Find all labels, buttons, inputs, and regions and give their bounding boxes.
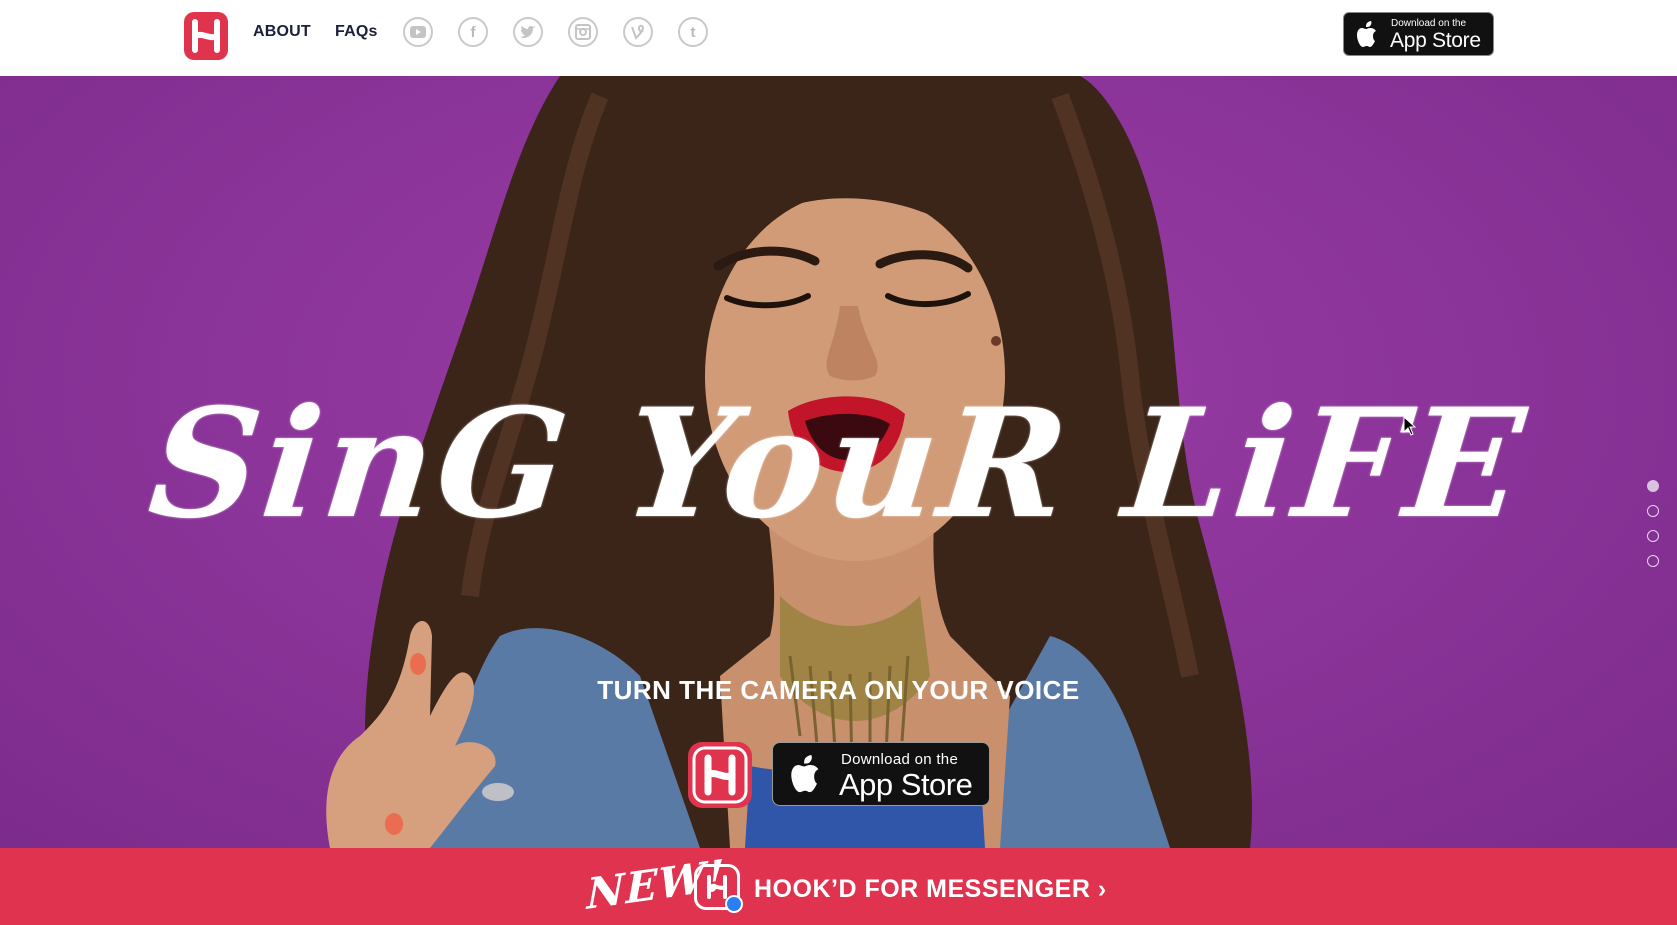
banner-text: HOOK’D FOR MESSENGER › (754, 875, 1107, 903)
appstore-small-line1: Download on the (1391, 18, 1467, 29)
slide-dot-4[interactable] (1647, 555, 1659, 567)
hero-headline: SinG YouR LiFE (142, 376, 1535, 552)
messenger-app-icon (694, 864, 743, 913)
slide-dot-3[interactable] (1647, 530, 1659, 542)
nav-about-link[interactable]: ABOUT (253, 23, 311, 41)
messenger-badge-icon (725, 895, 743, 913)
hero-subhead: TURN THE CAMERA ON YOUR VOICE (597, 675, 1080, 705)
hookd-app-icon[interactable] (688, 742, 752, 808)
appstore-small-line2: App Store (1390, 29, 1481, 52)
header-appstore-button[interactable]: Download on the App Store (1343, 12, 1494, 56)
twitter-icon[interactable] (513, 17, 543, 47)
slide-pagination (1647, 480, 1661, 580)
facebook-icon[interactable]: f (458, 17, 488, 47)
hero-section: SinG YouR LiFE TURN THE CAMERA ON YOUR V… (0, 76, 1677, 848)
nav-faqs-link[interactable]: FAQs (335, 23, 378, 41)
slide-dot-1[interactable] (1647, 480, 1659, 492)
instagram-icon[interactable] (568, 17, 598, 47)
messenger-banner[interactable]: NEW! HOOK’D FOR MESSENGER › (0, 848, 1677, 925)
appstore-big-line2: App Store (839, 767, 973, 802)
apple-icon (1357, 21, 1376, 47)
hero-appstore-button[interactable]: Download on the App Store (772, 742, 990, 806)
slide-dot-2[interactable] (1647, 505, 1659, 517)
tumblr-icon[interactable]: t (678, 17, 708, 47)
vine-icon[interactable] (623, 17, 653, 47)
apple-icon (791, 755, 819, 793)
youtube-icon[interactable] (403, 17, 433, 47)
appstore-big-line1: Download on the (841, 751, 959, 768)
mouse-cursor-icon (1403, 416, 1417, 436)
hookd-logo-icon[interactable] (184, 12, 228, 60)
top-header: ABOUT FAQs f t Download on the App Store (0, 0, 1677, 76)
